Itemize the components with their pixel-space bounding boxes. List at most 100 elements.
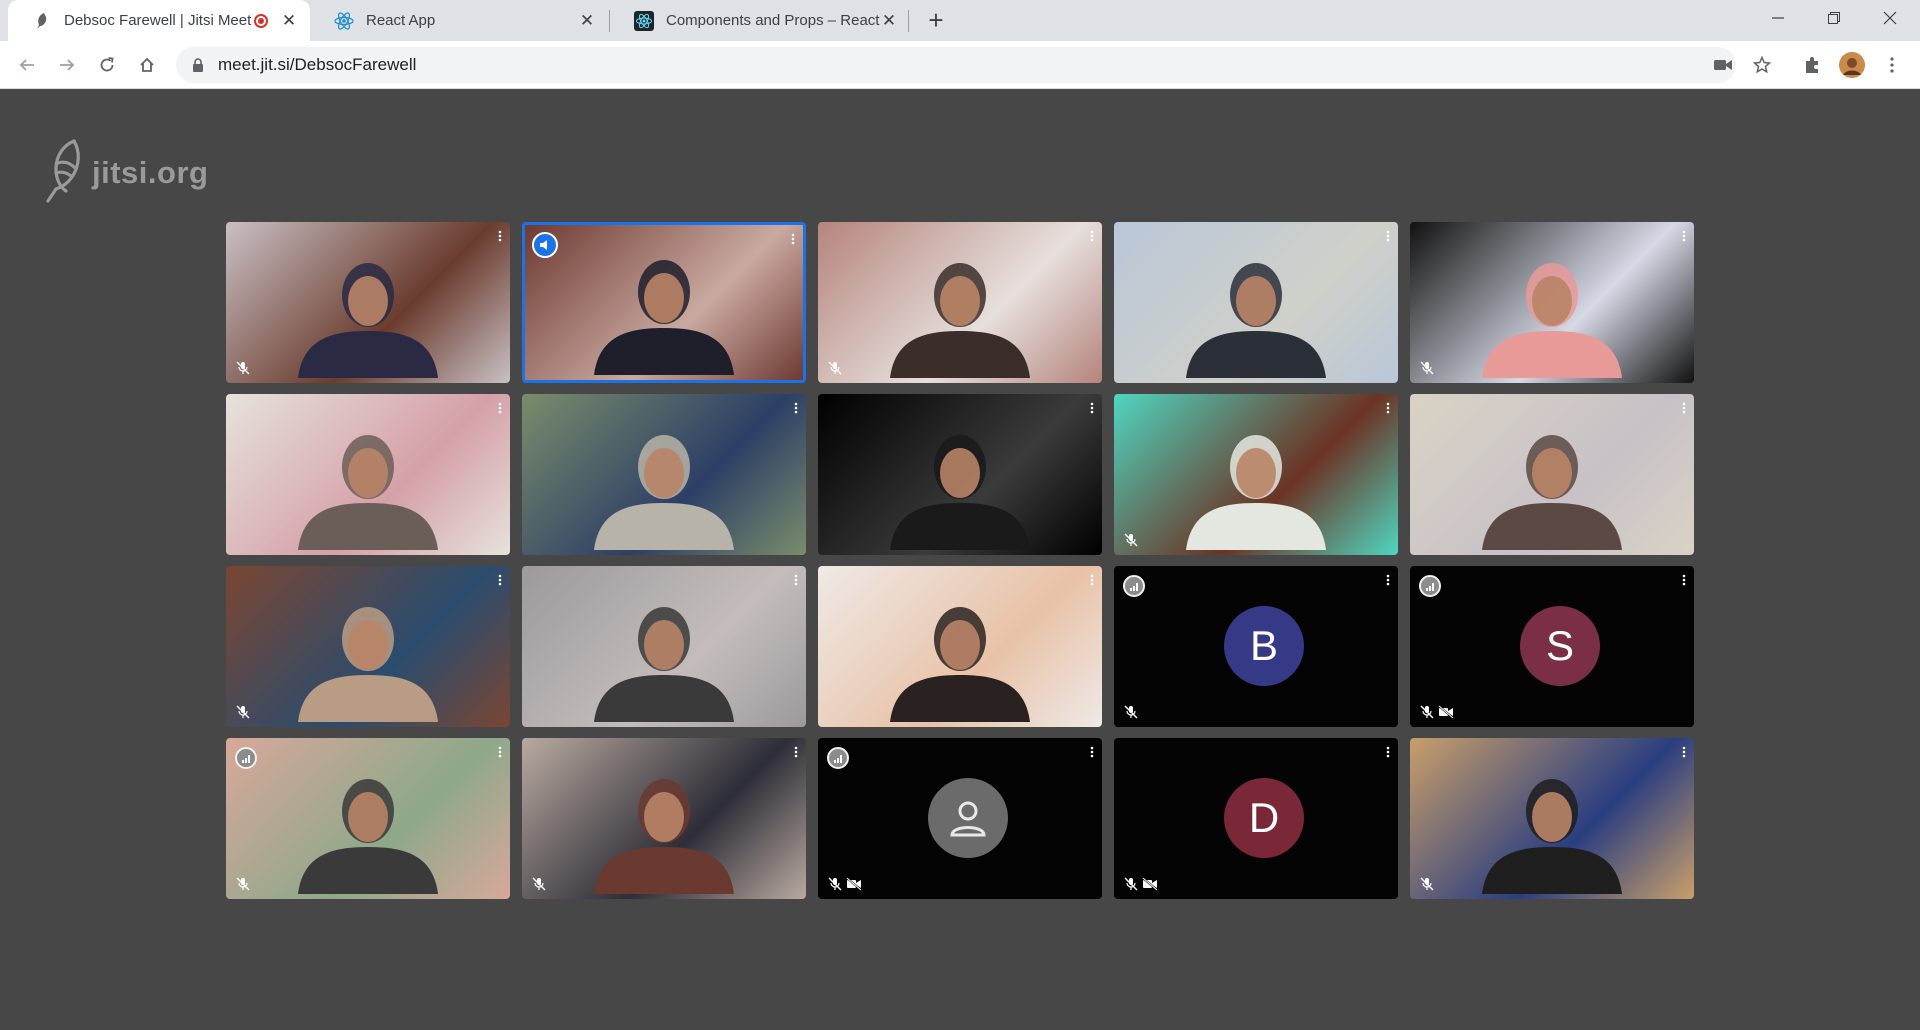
participant-tile[interactable] (818, 566, 1102, 727)
tile-menu-icon[interactable] (498, 574, 502, 588)
close-tab-icon[interactable]: ✕ (578, 11, 596, 30)
tab-jitsi[interactable]: Debsoc Farewell | Jitsi Meet ✕ (8, 0, 310, 41)
minimize-button[interactable] (1750, 0, 1806, 36)
video-feed (522, 738, 806, 899)
participant-silhouette (1467, 759, 1637, 899)
participant-tile[interactable] (522, 394, 806, 555)
close-tab-icon[interactable]: ✕ (280, 11, 298, 30)
participant-tile[interactable] (1114, 222, 1398, 383)
tab-react-app[interactable]: React App ✕ (310, 0, 608, 41)
tab-title: Components and Props – React (666, 12, 880, 29)
new-tab-button[interactable]: + (922, 6, 950, 34)
participant-tile[interactable] (1410, 738, 1694, 899)
tab-title: React App (366, 12, 436, 29)
address-bar[interactable]: meet.jit.si/DebsocFarewell (176, 47, 1736, 83)
video-feed (1114, 394, 1398, 555)
connection-indicator-icon[interactable] (827, 747, 849, 769)
participant-tile[interactable] (818, 222, 1102, 383)
participant-tile[interactable] (226, 738, 510, 899)
browser-menu-icon[interactable] (1876, 49, 1908, 81)
reload-button[interactable] (91, 49, 123, 81)
restore-button[interactable] (1806, 0, 1862, 36)
forward-button[interactable] (51, 49, 83, 81)
close-window-button[interactable] (1862, 0, 1918, 36)
tile-menu-icon[interactable] (1386, 574, 1390, 588)
close-tab-icon[interactable]: ✕ (880, 11, 898, 30)
participant-tile[interactable] (1114, 394, 1398, 555)
tile-menu-icon[interactable] (1386, 746, 1390, 760)
tile-menu-icon[interactable] (1682, 402, 1686, 416)
tile-menu-icon[interactable] (791, 233, 795, 247)
status-badges (1124, 877, 1158, 891)
tile-menu-icon[interactable] (794, 402, 798, 416)
participant-silhouette (283, 415, 453, 555)
bookmark-star-icon[interactable] (1746, 49, 1778, 81)
participant-silhouette (283, 587, 453, 727)
home-button[interactable] (131, 49, 163, 81)
participant-silhouette (579, 240, 749, 380)
participant-tile[interactable]: D (1114, 738, 1398, 899)
mic-muted-icon (236, 877, 250, 891)
tile-menu-icon[interactable] (794, 746, 798, 760)
tile-menu-icon[interactable] (1386, 230, 1390, 244)
mic-muted-icon (1420, 877, 1434, 891)
video-feed (818, 394, 1102, 555)
mic-muted-icon (532, 877, 546, 891)
participant-tile[interactable] (226, 222, 510, 383)
mic-muted-icon (1124, 533, 1138, 547)
participant-tile[interactable]: S (1410, 566, 1694, 727)
connection-indicator-icon[interactable] (1419, 575, 1441, 597)
tile-menu-icon[interactable] (498, 402, 502, 416)
tile-menu-icon[interactable] (794, 574, 798, 588)
participant-silhouette (579, 759, 749, 899)
tile-menu-icon[interactable] (1090, 746, 1094, 760)
extensions-icon[interactable] (1796, 49, 1828, 81)
camera-off-icon (846, 877, 862, 891)
tab-react-docs[interactable]: Components and Props – React ✕ (610, 0, 910, 41)
video-feed (226, 394, 510, 555)
video-feed (818, 222, 1102, 383)
tile-menu-icon[interactable] (1090, 402, 1094, 416)
video-feed (522, 394, 806, 555)
back-button[interactable] (11, 49, 43, 81)
camera-permission-icon[interactable] (1707, 49, 1739, 81)
jitsi-logo-icon (44, 137, 88, 208)
react-docs-favicon-icon (634, 10, 654, 31)
tile-menu-icon[interactable] (1090, 230, 1094, 244)
status-badges (236, 361, 250, 375)
participant-silhouette (1467, 243, 1637, 383)
participant-tile[interactable] (522, 222, 806, 383)
person-icon (928, 778, 1008, 858)
status-badges (236, 877, 250, 891)
mic-muted-icon (1420, 705, 1434, 719)
tile-menu-icon[interactable] (1090, 574, 1094, 588)
tile-menu-icon[interactable] (498, 230, 502, 244)
profile-avatar[interactable] (1836, 49, 1868, 81)
tab-strip: Debsoc Farewell | Jitsi Meet ✕ React App… (0, 0, 1920, 41)
participant-tile[interactable] (818, 394, 1102, 555)
participant-tile[interactable] (818, 738, 1102, 899)
status-badges (1420, 705, 1454, 719)
participant-tile[interactable] (522, 566, 806, 727)
tile-menu-icon[interactable] (1386, 402, 1390, 416)
participant-tile[interactable]: B (1114, 566, 1398, 727)
tile-menu-icon[interactable] (1682, 574, 1686, 588)
participant-tile[interactable] (1410, 394, 1694, 555)
participant-tile[interactable] (1410, 222, 1694, 383)
jitsi-logo[interactable]: jitsi.org (44, 137, 208, 208)
tile-menu-icon[interactable] (498, 746, 502, 760)
mic-muted-icon (1124, 705, 1138, 719)
connection-indicator-icon[interactable] (235, 747, 257, 769)
connection-indicator-icon[interactable] (1123, 575, 1145, 597)
participant-tile[interactable] (226, 566, 510, 727)
browser-toolbar: meet.jit.si/DebsocFarewell (0, 41, 1920, 89)
tile-menu-icon[interactable] (1682, 746, 1686, 760)
participant-silhouette (1171, 243, 1341, 383)
participant-tile[interactable] (522, 738, 806, 899)
video-feed (226, 738, 510, 899)
dominant-speaker-icon (532, 232, 558, 258)
jitsi-favicon-icon (32, 11, 52, 31)
participant-tile[interactable] (226, 394, 510, 555)
tile-menu-icon[interactable] (1682, 230, 1686, 244)
lock-icon[interactable] (192, 57, 206, 73)
